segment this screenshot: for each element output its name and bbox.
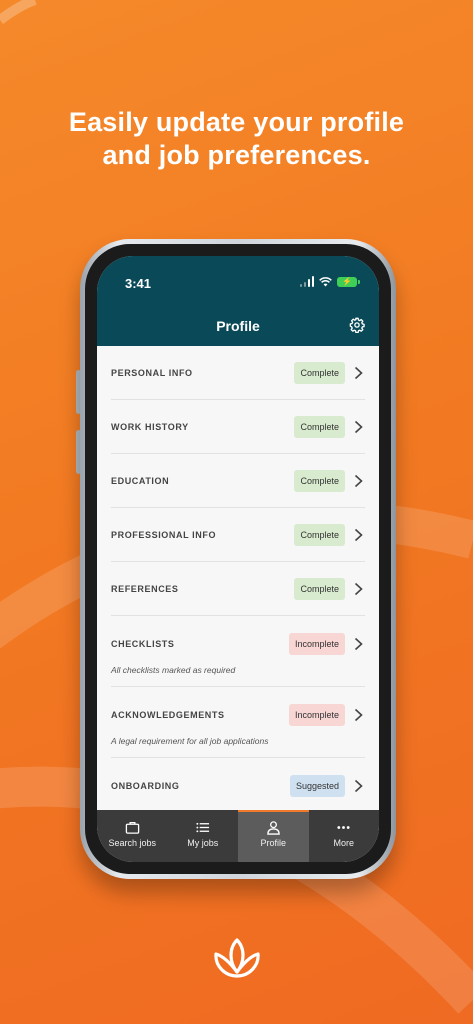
status-badge: Suggested — [289, 775, 345, 797]
section-label: CHECKLISTS — [111, 639, 175, 649]
status-badge: Complete — [294, 362, 345, 384]
status-badge: Complete — [294, 524, 345, 546]
promo-headline: Easily update your profile and job prefe… — [0, 106, 473, 172]
profile-section-list: PERSONAL INFO Complete WORK HISTORY Comp… — [97, 346, 379, 829]
signal-icon — [299, 276, 314, 287]
profile-row-references[interactable]: REFERENCES Complete — [111, 562, 365, 616]
tab-label: Profile — [260, 838, 286, 848]
chevron-right-icon — [354, 779, 363, 793]
promo-headline-line-1: Easily update your profile — [68, 107, 405, 137]
chevron-right-icon — [354, 528, 363, 542]
battery-charging-icon: ⚡ — [337, 276, 360, 287]
profile-row-checklists[interactable]: CHECKLISTS All checklists marked as requ… — [111, 616, 365, 687]
section-label: ACKNOWLEDGEMENTS — [111, 710, 225, 720]
bottom-tab-bar: Search jobs My jobs Profile More — [97, 810, 379, 862]
section-label: PERSONAL INFO — [111, 368, 193, 378]
chevron-right-icon — [354, 366, 363, 380]
chevron-right-icon — [354, 582, 363, 596]
more-dots-icon — [337, 826, 350, 829]
lotus-logo-icon — [214, 938, 260, 978]
briefcase-icon — [125, 821, 139, 834]
person-icon — [266, 821, 280, 835]
chevron-right-icon — [354, 708, 363, 722]
wifi-icon — [319, 276, 332, 286]
tab-label: Search jobs — [108, 838, 157, 848]
page-title: Profile — [216, 318, 260, 334]
section-label: EDUCATION — [111, 476, 170, 486]
profile-row-professional-info[interactable]: PROFESSIONAL INFO Complete — [111, 508, 365, 562]
chevron-right-icon — [354, 474, 363, 488]
status-time: 3:41 — [125, 276, 152, 291]
status-badge: Incomplete — [288, 633, 345, 655]
tab-label: My jobs — [187, 838, 219, 848]
tab-search-jobs[interactable]: Search jobs — [97, 810, 168, 862]
section-subtitle: All checklists marked as required — [111, 665, 236, 675]
chevron-right-icon — [354, 420, 363, 434]
promo-headline-line-2: and job preferences. — [102, 140, 371, 170]
phone-bezel: 3:41 ⚡ Profile PERSONAL INFO Complete WO… — [85, 244, 391, 874]
list-icon — [196, 822, 210, 833]
tab-my-jobs[interactable]: My jobs — [168, 810, 239, 862]
chevron-right-icon — [354, 637, 363, 651]
profile-row-personal-info[interactable]: PERSONAL INFO Complete — [111, 346, 365, 400]
status-badge: Incomplete — [288, 704, 345, 726]
profile-row-education[interactable]: EDUCATION Complete — [111, 454, 365, 508]
status-badge: Complete — [294, 416, 345, 438]
status-badge: Complete — [294, 470, 345, 492]
tab-profile[interactable]: Profile — [238, 810, 309, 862]
tab-more[interactable]: More — [309, 810, 380, 862]
profile-row-work-history[interactable]: WORK HISTORY Complete — [111, 400, 365, 454]
status-icons: ⚡ — [299, 276, 360, 287]
app-header: 3:41 ⚡ Profile — [97, 256, 379, 346]
phone-screen: 3:41 ⚡ Profile PERSONAL INFO Complete WO… — [97, 256, 379, 862]
profile-row-acknowledgements[interactable]: ACKNOWLEDGEMENTS A legal requirement for… — [111, 687, 365, 758]
section-subtitle: A legal requirement for all job applicat… — [111, 736, 269, 746]
phone-mockup: 3:41 ⚡ Profile PERSONAL INFO Complete WO… — [80, 239, 396, 879]
section-label: REFERENCES — [111, 584, 179, 594]
tab-label: More — [333, 838, 354, 848]
section-label: WORK HISTORY — [111, 422, 189, 432]
section-label: PROFESSIONAL INFO — [111, 530, 217, 540]
section-label: ONBOARDING — [111, 781, 180, 791]
status-badge: Complete — [294, 578, 345, 600]
gear-icon[interactable] — [349, 317, 365, 333]
